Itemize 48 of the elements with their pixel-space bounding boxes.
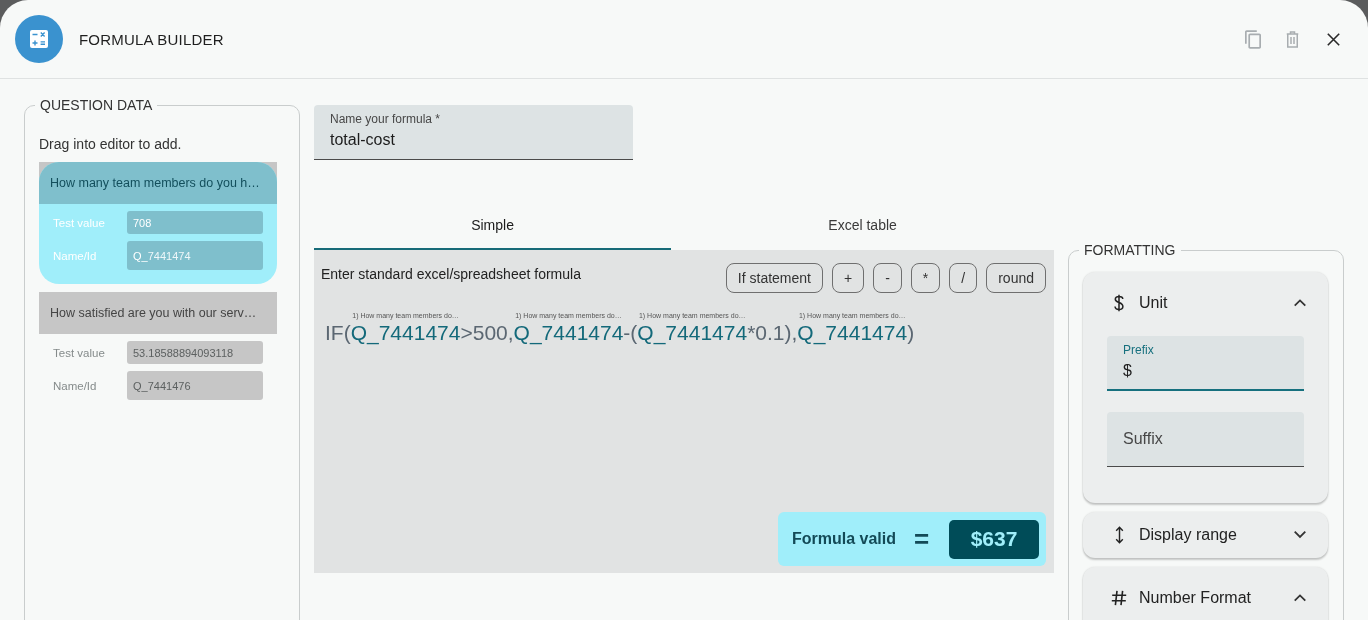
field-label: Test value — [53, 346, 106, 359]
formula-editor[interactable] — [314, 250, 1054, 573]
question-title: How many team members do you h… — [39, 162, 277, 204]
operator-button[interactable]: round — [986, 263, 1046, 293]
operator-button[interactable]: If statement — [725, 263, 823, 293]
section-title[interactable]: Unit — [1139, 294, 1168, 312]
chevron-up-icon[interactable] — [1294, 594, 1306, 602]
field-label: Name/Id — [53, 249, 98, 262]
field-label: Name/Id — [53, 379, 98, 392]
question-reference: Q_7441474 — [513, 320, 624, 345]
instruction-text: Enter standard excel/spreadsheet formula — [321, 266, 581, 283]
formula-name-field[interactable]: Name your formula * total-cost — [314, 105, 633, 160]
vertical-arrows-icon — [1114, 526, 1124, 544]
hash-icon — [1111, 590, 1127, 606]
section-title[interactable]: Display range — [1139, 526, 1237, 544]
text-input-field[interactable]: Prefix $ — [1107, 336, 1304, 391]
operator-button[interactable]: * — [910, 263, 941, 293]
tab[interactable]: Excel table — [671, 202, 1054, 250]
hint-text: Drag into editor to add. — [39, 136, 183, 153]
chevron-down-icon[interactable] — [1294, 531, 1306, 539]
calculator-icon — [15, 15, 63, 63]
validity-status: Formula valid — [792, 530, 897, 548]
dialog-title: FORMULA BUILDER — [79, 30, 224, 48]
text-input-field[interactable]: Suffix — [1107, 412, 1304, 467]
question-reference: Q_7441474 — [797, 320, 908, 345]
formula-text: ) — [907, 321, 915, 344]
panel-title: FORMATTING — [1083, 242, 1177, 259]
operator-button[interactable]: / — [949, 263, 978, 293]
field-label: Test value — [53, 216, 106, 229]
operator-button[interactable]: - — [873, 263, 902, 293]
formula-text: *0.1), — [747, 321, 798, 344]
operator-button[interactable]: + — [832, 263, 865, 293]
panel-title: QUESTION DATA — [39, 97, 154, 114]
question-reference: Q_7441474 — [350, 320, 461, 345]
formula-text: -( — [623, 321, 638, 344]
test-value-field[interactable]: 53.18588894093118 — [127, 341, 263, 364]
section-title[interactable]: Number Format — [1139, 589, 1252, 607]
chevron-up-icon[interactable] — [1294, 299, 1306, 307]
formula-text: IF( — [325, 321, 351, 344]
question-title: How satisfied are you with our serv… — [39, 292, 277, 334]
close-icon[interactable] — [1327, 32, 1340, 46]
equals-sign: = — [914, 524, 930, 554]
question-card[interactable]: How satisfied are you with our serv… Test value 53.18588894093118 Name/Id Q_7441476 — [39, 292, 277, 414]
dollar-sign-icon — [1113, 294, 1125, 312]
result-value: $637 — [949, 519, 1039, 559]
question-reference: Q_7441474 — [637, 320, 748, 345]
formula-text: >500, — [460, 321, 514, 344]
name-id-field[interactable]: Q_7441476 — [127, 371, 263, 400]
